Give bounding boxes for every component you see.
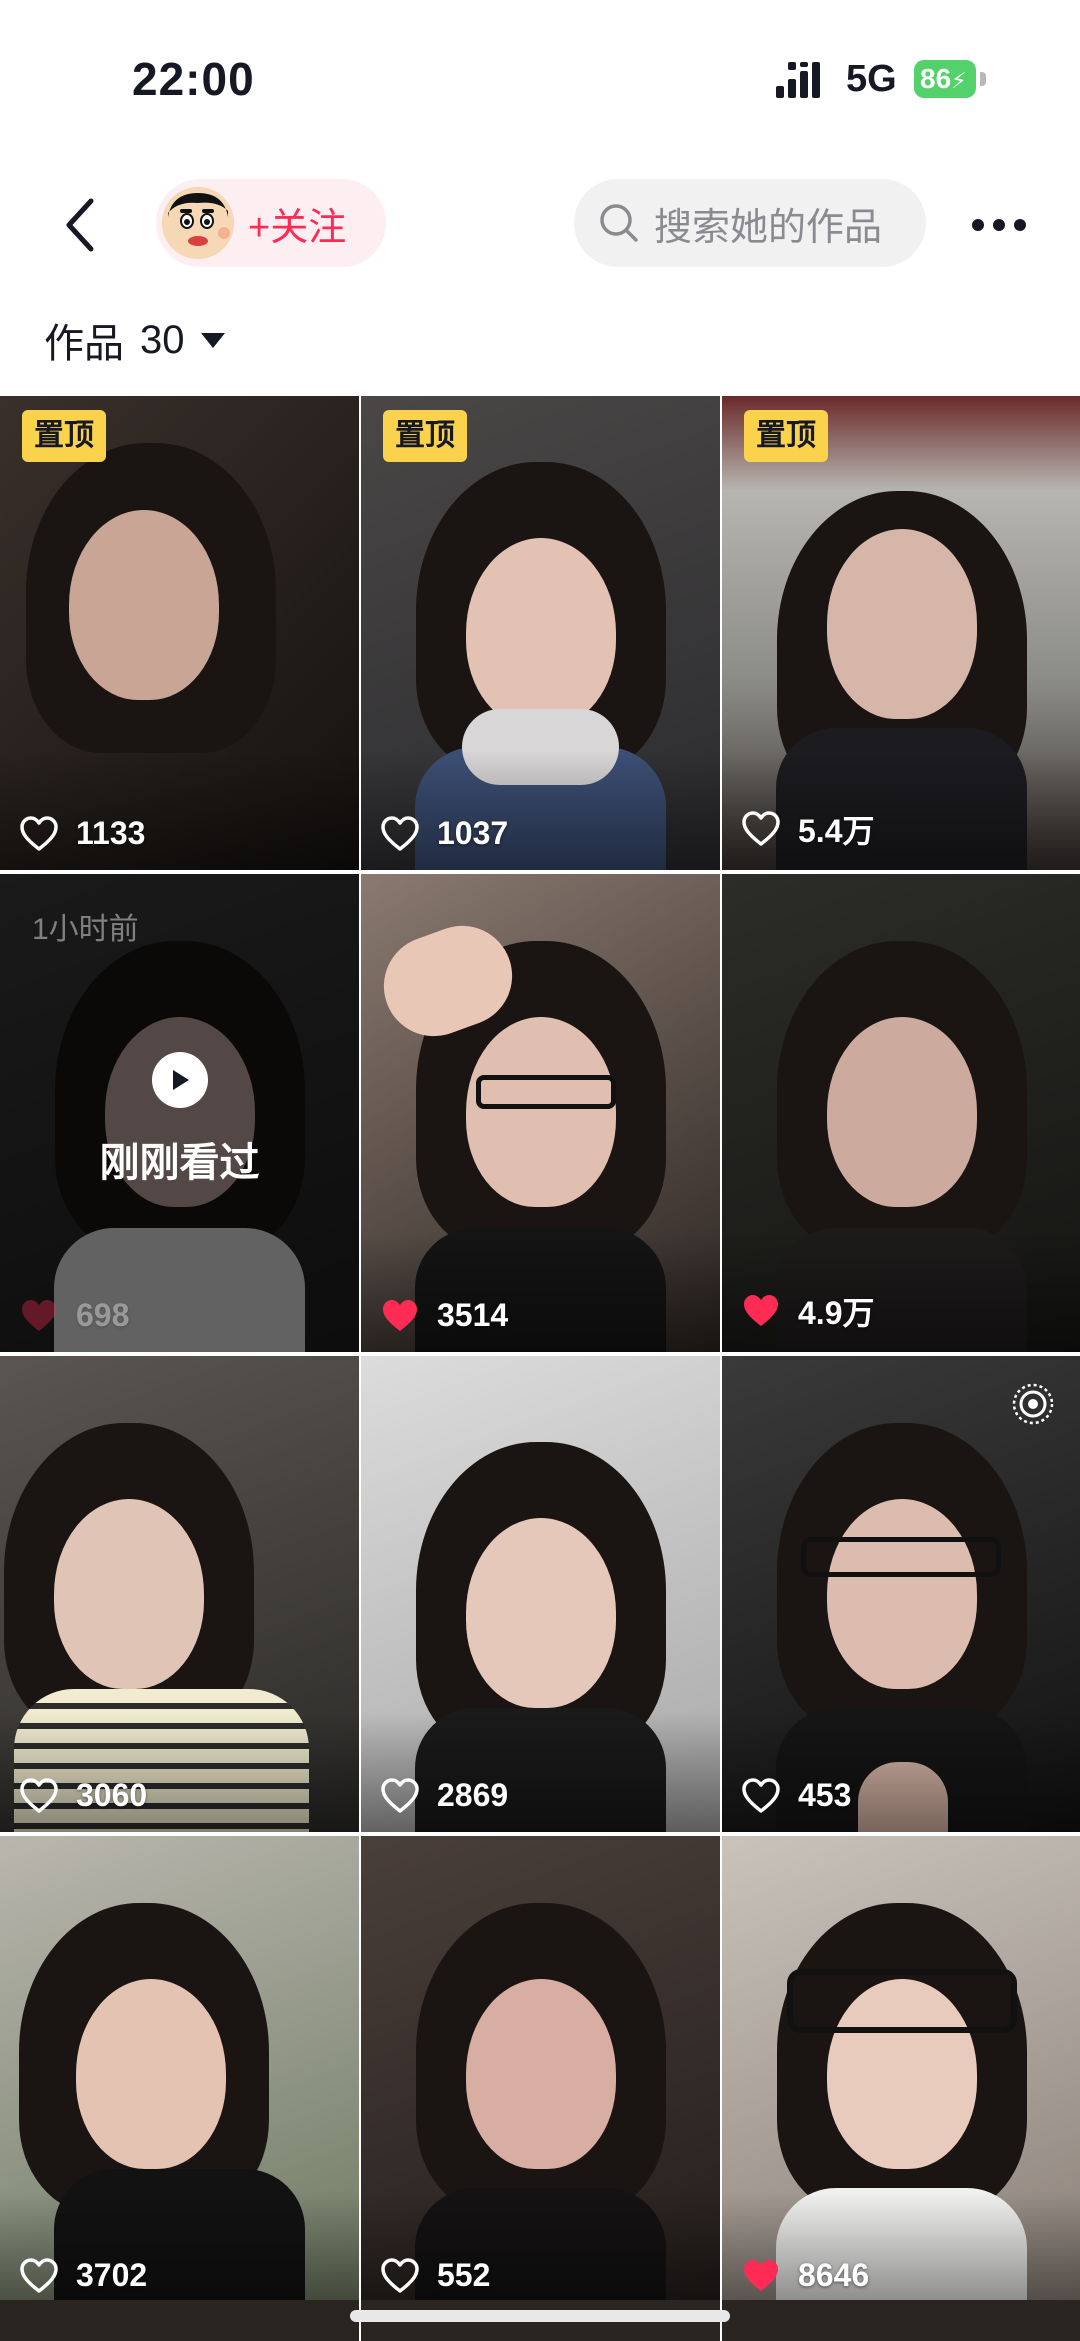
heart-filled-icon [383,1299,417,1331]
like-count-value: 3514 [437,1297,509,1333]
search-input[interactable]: 搜索她的作品 [574,179,926,267]
video-tile[interactable]: 3060 [0,1356,359,1832]
heart-outline-icon [381,815,419,851]
video-tile[interactable]: 置顶 1037 [361,396,720,870]
cartoon-avatar-icon [162,187,234,259]
follow-label: +关注 [248,206,347,249]
like-count: 8646 [742,2257,869,2294]
like-count: 2869 [381,1777,508,1814]
like-count: 3060 [20,1777,147,1814]
like-count-value: 8646 [798,2257,870,2293]
pinned-badge: 置顶 [22,410,106,462]
like-count-value: 453 [798,1777,852,1813]
like-count: 698 [20,1297,129,1334]
video-grid: 置顶 1133 置顶 1037 置顶 5.4万 1小时前 刚刚看过 698 35… [0,396,1080,2312]
caret-down-icon [200,332,225,348]
charging-icon: ⚡ [951,68,967,93]
network-type: 5G [846,58,897,100]
play-icon [173,1070,189,1090]
heart-filled-icon [22,1299,56,1331]
more-dots-icon [972,219,1026,231]
follow-button[interactable]: +关注 [156,179,386,267]
status-bar: 22:00 5G 86⚡ [0,0,1080,160]
like-count-value: 1133 [76,815,146,851]
like-count: 5.4万 [742,806,875,852]
like-count: 3702 [20,2257,147,2294]
like-count: 1133 [20,815,145,852]
more-button[interactable] [964,190,1034,260]
heart-filled-icon [744,1295,778,1326]
profile-header: +关注 搜索她的作品 [0,160,1080,290]
search-placeholder: 搜索她的作品 [654,206,883,249]
like-count-value: 552 [437,2257,491,2293]
status-time: 22:00 [132,53,255,105]
video-tile[interactable]: 置顶 1133 [0,396,359,870]
video-tile[interactable]: 1小时前 刚刚看过 698 [0,874,359,1352]
video-tile[interactable]: 3702 [0,1836,359,2312]
like-count: 453 [742,1777,851,1814]
works-filter[interactable]: 作品 30 [44,310,225,370]
video-tile[interactable]: 552 [361,1836,720,2312]
works-label: 作品 [44,322,124,366]
avatar[interactable] [162,187,234,259]
heart-outline-icon [742,1777,780,1813]
heart-outline-icon [381,2257,419,2293]
signal-icon [776,62,820,98]
battery-indicator: 86⚡ [914,60,976,98]
heart-outline-icon [381,1777,419,1813]
battery-level: 86 [920,63,952,94]
heart-outline-icon [20,2257,58,2293]
heart-outline-icon [20,1777,58,1813]
like-count: 4.9万 [742,1288,875,1334]
like-count-value: 4.9万 [798,1295,875,1331]
back-button[interactable] [50,190,110,260]
like-count-value: 1037 [437,815,509,851]
like-count: 3514 [381,1297,508,1334]
home-indicator[interactable] [350,2310,730,2322]
time-ago: 1小时前 [32,913,139,946]
live-photo-icon [1012,1383,1054,1425]
works-count: 30 [140,317,185,362]
heart-outline-icon [20,815,58,851]
like-count-value: 3702 [76,2257,148,2293]
like-count: 552 [381,2257,490,2294]
like-count-value: 5.4万 [798,813,875,849]
like-count-value: 2869 [437,1777,509,1813]
search-icon [600,204,638,242]
recently-watched-label: 刚刚看过 [99,1141,260,1185]
video-tile[interactable]: 3514 [361,874,720,1352]
video-tile[interactable]: 4.9万 [722,874,1080,1352]
video-tile-partial[interactable] [722,2300,1080,2341]
video-tile[interactable]: 453 [722,1356,1080,1832]
like-count-value: 3060 [76,1777,148,1813]
play-button[interactable] [152,1052,208,1108]
video-tile[interactable]: 8646 [722,1836,1080,2312]
heart-outline-icon [742,811,780,846]
pinned-badge: 置顶 [744,410,828,462]
heart-filled-icon [744,2259,778,2291]
video-tile[interactable]: 置顶 5.4万 [722,396,1080,870]
like-count-value: 698 [76,1297,130,1333]
video-tile[interactable]: 2869 [361,1356,720,1832]
like-count: 1037 [381,815,508,852]
pinned-badge: 置顶 [383,410,467,462]
chevron-left-icon [66,198,94,252]
battery-cap [980,72,986,86]
video-tile-partial[interactable] [0,2300,359,2341]
